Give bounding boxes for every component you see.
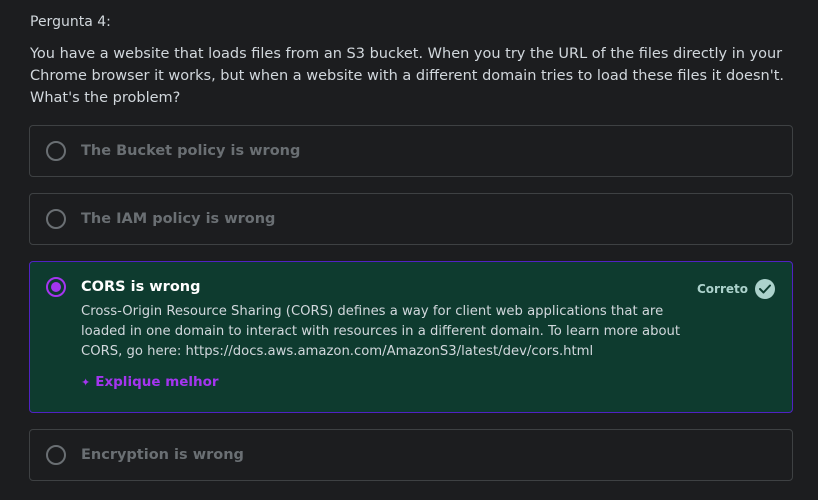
explain-more-link[interactable]: ✦ Explique melhor [81, 374, 219, 390]
correct-status: Correto [697, 279, 775, 299]
radio-button-selected[interactable] [46, 277, 66, 297]
sparkle-icon: ✦ [81, 375, 91, 389]
answer-option-3-selected[interactable]: CORS is wrong Cross-Origin Resource Shar… [29, 261, 793, 413]
status-label: Correto [696, 282, 748, 296]
answer-explanation: Cross-Origin Resource Sharing (CORS) def… [81, 304, 681, 359]
check-circle-icon [755, 279, 775, 299]
radio-button[interactable] [46, 209, 66, 229]
explain-more-label: Explique melhor [95, 374, 219, 390]
answer-label: The Bucket policy is wrong [81, 143, 301, 159]
answer-option-1[interactable]: The Bucket policy is wrong [29, 125, 793, 177]
answer-option-2[interactable]: The IAM policy is wrong [29, 193, 793, 245]
quiz-question-panel: Pergunta 4: You have a website that load… [0, 0, 818, 500]
question-text: You have a website that loads files from… [30, 46, 784, 106]
radio-button[interactable] [46, 445, 66, 465]
answer-label: CORS is wrong [81, 279, 201, 295]
answer-label: The IAM policy is wrong [81, 211, 276, 227]
question-number: Pergunta 4: [30, 14, 111, 30]
answer-option-4[interactable]: Encryption is wrong [29, 429, 793, 481]
answer-label: Encryption is wrong [81, 447, 244, 463]
radio-button[interactable] [46, 141, 66, 161]
